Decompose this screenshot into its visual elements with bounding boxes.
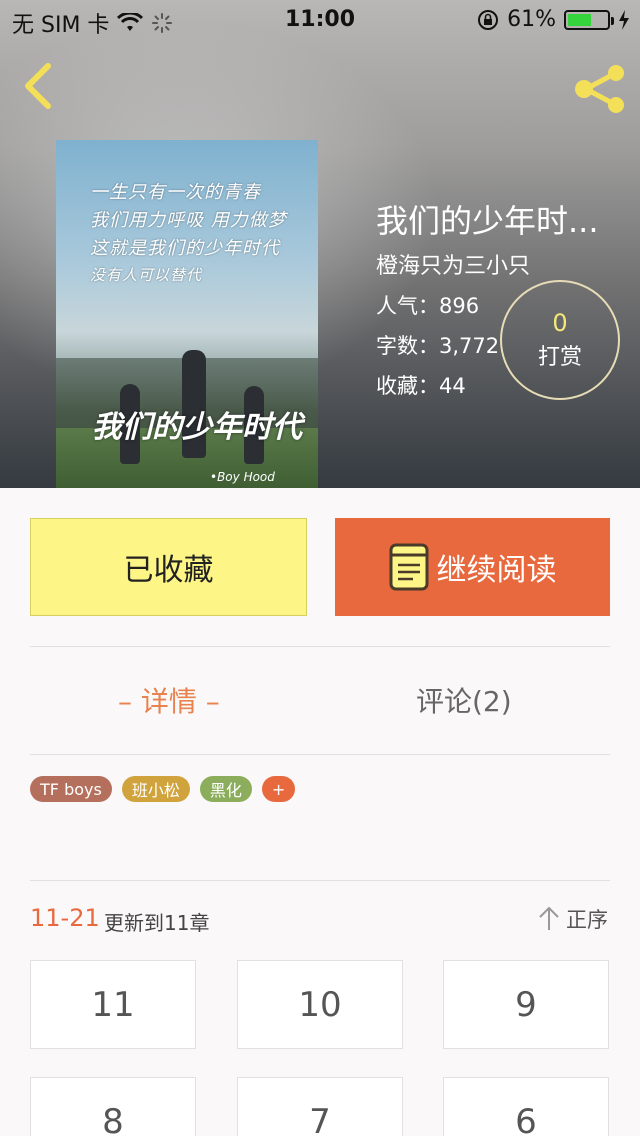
back-button[interactable] bbox=[18, 60, 58, 112]
cover-line: 一生只有一次的青春 bbox=[90, 182, 261, 203]
update-date: 11-21 bbox=[30, 904, 100, 932]
share-button[interactable] bbox=[572, 64, 628, 114]
cover-line: 没有人可以替代 bbox=[90, 266, 203, 284]
update-text: 更新到11章 bbox=[104, 911, 210, 935]
divider bbox=[30, 754, 610, 755]
tag-item[interactable]: TF boys bbox=[30, 776, 112, 802]
tag-item[interactable]: 黑化 bbox=[199, 776, 252, 802]
status-bar: 无 SIM 卡 11:00 61% bbox=[0, 0, 640, 40]
reward-count: 0 bbox=[552, 309, 568, 337]
divider bbox=[30, 880, 610, 881]
battery-icon bbox=[564, 9, 614, 30]
cover-title: 我们的少年时代 bbox=[92, 410, 302, 445]
sort-order-label: 正序 bbox=[566, 908, 608, 932]
tag-item[interactable]: 班小松 bbox=[121, 776, 190, 802]
book-title: 我们的少年时... bbox=[376, 202, 599, 240]
tab-detail[interactable]: – 详情 – bbox=[118, 680, 220, 720]
share-icon bbox=[575, 65, 624, 113]
chapter-button[interactable]: 6 bbox=[443, 1077, 609, 1136]
book-cover[interactable]: 一生只有一次的青春 我们用力呼吸 用力做梦 这就是我们的少年时代 没有人可以替代… bbox=[56, 140, 318, 488]
chevron-left-icon bbox=[25, 63, 51, 109]
chapter-button[interactable]: 9 bbox=[443, 960, 609, 1049]
reward-button[interactable]: 0 打赏 bbox=[500, 280, 620, 400]
cover-subtitle: •Boy Hood bbox=[210, 470, 275, 484]
charging-icon bbox=[619, 9, 629, 30]
arrow-up-icon bbox=[539, 906, 559, 930]
chapter-button[interactable]: 7 bbox=[237, 1077, 403, 1136]
cover-line: 这就是我们的少年时代 bbox=[90, 238, 280, 259]
book-icon bbox=[389, 543, 428, 591]
continue-reading-label: 继续阅读 bbox=[436, 553, 557, 588]
rotation-lock-icon bbox=[478, 9, 499, 30]
chapter-button[interactable]: 11 bbox=[30, 960, 196, 1049]
divider bbox=[30, 646, 610, 647]
battery-percent: 61% bbox=[507, 7, 556, 32]
chapter-button[interactable]: 8 bbox=[30, 1077, 196, 1136]
favorited-button[interactable]: 已收藏 bbox=[30, 518, 307, 616]
reward-label: 打赏 bbox=[537, 345, 582, 370]
sort-order-button[interactable]: 正序 bbox=[538, 904, 608, 934]
tab-comments[interactable]: 评论(2) bbox=[416, 680, 512, 720]
cover-line: 我们用力呼吸 用力做梦 bbox=[90, 210, 287, 231]
chapter-button[interactable]: 10 bbox=[237, 960, 403, 1049]
tag-list: TF boys 班小松 黑化 + bbox=[30, 776, 296, 802]
add-tag-button[interactable]: + bbox=[261, 776, 296, 802]
continue-reading-button[interactable]: 继续阅读 bbox=[335, 518, 610, 616]
book-author[interactable]: 橙海只为三小只 bbox=[376, 248, 599, 280]
favorited-label: 已收藏 bbox=[123, 553, 214, 588]
